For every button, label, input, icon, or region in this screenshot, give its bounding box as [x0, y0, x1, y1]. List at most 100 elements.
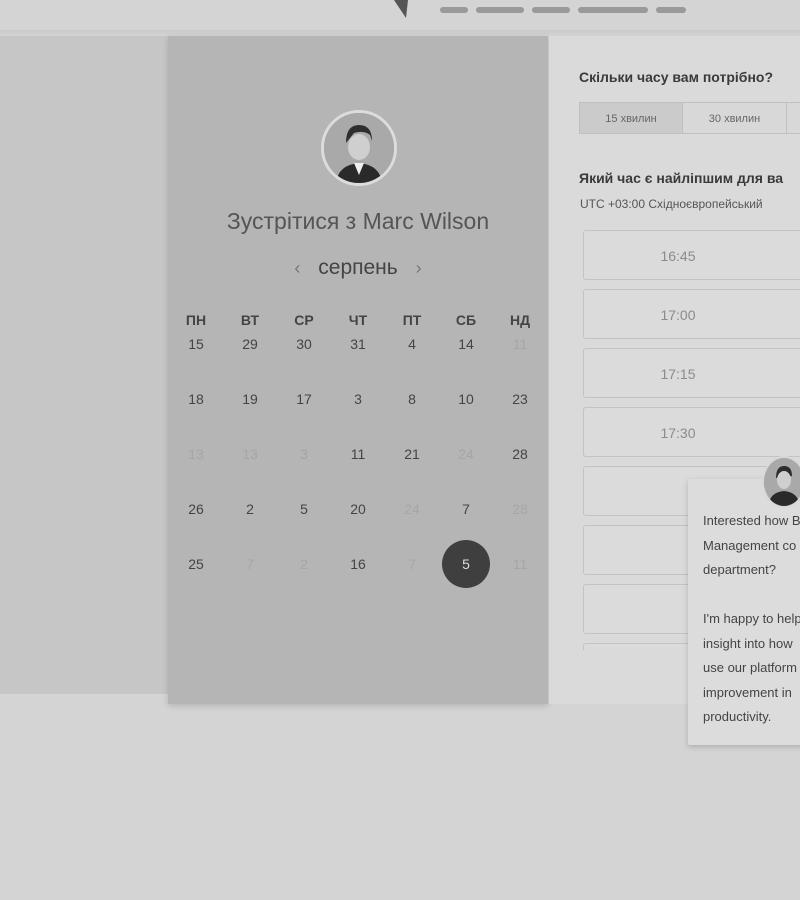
calendar-day-number: 19 [242, 391, 258, 407]
calendar-day-number: 5 [300, 501, 308, 517]
duration-tab-15[interactable]: 15 хвилин [579, 102, 683, 134]
calendar-day-number: 14 [458, 336, 474, 352]
calendar-day[interactable]: 20 [331, 499, 385, 554]
chevron-right-icon[interactable]: › [404, 258, 434, 278]
time-question: Який час є найліпшим для ва [579, 170, 784, 186]
calendar-day-number: 23 [512, 391, 528, 407]
calendar-day: 3 [277, 444, 331, 499]
calendar-day-number: 26 [188, 501, 204, 517]
duration-tabs: 15 хвилин 30 хвилин [579, 102, 800, 134]
calendar-day[interactable]: 25 [169, 554, 223, 609]
calendar-day-number: 13 [188, 446, 204, 462]
calendar-day-number: 30 [296, 336, 312, 352]
duration-tab-30[interactable]: 30 хвилин [683, 102, 787, 134]
weekday-label: СБ [455, 312, 477, 328]
calendar-day-number: 10 [458, 391, 474, 407]
calendar-day[interactable]: 19 [223, 389, 277, 444]
calendar-day[interactable]: 23 [493, 389, 547, 444]
time-slot-button[interactable]: 16:45 [583, 230, 800, 280]
calendar-day-number: 24 [458, 446, 474, 462]
calendar-day-number: 3 [300, 446, 308, 462]
meeting-title: Зустрітися з Marc Wilson [226, 208, 490, 234]
calendar-grid: ПН ВТ СР ЧТ ПТ СБ НД 15 29 30 31 4 14 11 18 19 17 3 8 10 23… [169, 312, 547, 609]
timezone-label[interactable]: UTC +03:00 Східноєвропейський [580, 197, 763, 211]
calendar-day-number: 7 [462, 501, 470, 517]
page-background-left [0, 36, 168, 694]
weekday-label: НД [509, 312, 531, 328]
calendar-day-number: 5 [442, 540, 490, 588]
calendar-day: 13 [223, 444, 277, 499]
calendar-day[interactable]: 5 [277, 499, 331, 554]
weekday-header: ПН ВТ СР ЧТ ПТ СБ НД [169, 312, 547, 328]
calendar-day[interactable]: 14 [439, 334, 493, 389]
calendar-day-number: 25 [188, 556, 204, 572]
calendar-day[interactable]: 28 [493, 444, 547, 499]
person-icon [764, 458, 800, 506]
calendar-day-number: 4 [408, 336, 416, 352]
time-slot-button[interactable]: 17:00 [583, 289, 800, 339]
month-label: серпень [318, 256, 398, 279]
calendar-day-number: 17 [296, 391, 312, 407]
weekday-label: СР [294, 312, 314, 328]
calendar-day-selected[interactable]: 5 [439, 540, 493, 609]
calendar-day-number: 20 [350, 501, 366, 517]
calendar-day[interactable]: 15 [169, 334, 223, 389]
weekday-label: ПН [185, 312, 207, 328]
calendar-day-number: 2 [300, 556, 308, 572]
calendar-day-number: 11 [350, 446, 366, 462]
calendar-day-number: 24 [404, 501, 420, 517]
calendar-day-number: 21 [404, 446, 420, 462]
calendar-day[interactable]: 18 [169, 389, 223, 444]
calendar-day-number: 28 [512, 501, 528, 517]
calendar-day[interactable]: 4 [385, 334, 439, 389]
month-navigation: ‹ серпень › [168, 256, 548, 280]
weekday-label: ЧТ [348, 312, 368, 328]
calendar-day: 11 [493, 334, 547, 389]
calendar-day[interactable]: 17 [277, 389, 331, 444]
calendar-week-row: 15 29 30 31 4 14 11 [169, 334, 547, 389]
chat-popup[interactable]: Interested how B Management co departmen… [688, 479, 800, 745]
calendar-day: 28 [493, 499, 547, 554]
calendar-day-number: 2 [246, 501, 254, 517]
calendar-day-number: 11 [512, 556, 528, 572]
calendar-day-number: 3 [354, 391, 362, 407]
calendar-day[interactable]: 2 [223, 499, 277, 554]
calendar-day[interactable]: 3 [331, 389, 385, 444]
calendar-day-number: 16 [350, 556, 366, 572]
calendar-day-number: 7 [246, 556, 254, 572]
calendar-week-row: 18 19 17 3 8 10 23 [169, 389, 547, 444]
duration-question: Скільки часу вам потрібно? [579, 69, 774, 85]
calendar-day-number: 13 [242, 446, 258, 462]
logo-icon [372, 0, 438, 18]
chat-avatar[interactable] [762, 456, 800, 508]
calendar-week-row: 25 7 2 16 7 5 11 [169, 540, 547, 609]
calendar-day[interactable]: 26 [169, 499, 223, 554]
host-avatar [321, 110, 397, 186]
chevron-left-icon[interactable]: ‹ [282, 258, 312, 278]
calendar-day-number: 7 [408, 556, 416, 572]
calendar-day-number: 29 [242, 336, 258, 352]
calendar-day[interactable]: 16 [331, 554, 385, 609]
calendar-day: 7 [385, 554, 439, 609]
chat-message: Interested how B Management co departmen… [703, 513, 800, 724]
calendar-day[interactable]: 10 [439, 389, 493, 444]
calendar-day-number: 18 [188, 391, 204, 407]
calendar-day[interactable]: 11 [331, 444, 385, 499]
calendar-day-number: 15 [188, 336, 204, 352]
duration-tab-more[interactable] [787, 102, 800, 134]
calendar-day[interactable]: 29 [223, 334, 277, 389]
calendar-week-row: 13 13 3 11 21 24 28 [169, 444, 547, 499]
calendar-day[interactable]: 21 [385, 444, 439, 499]
time-slot-button[interactable]: 17:30 [583, 407, 800, 457]
calendar-day: 11 [493, 554, 547, 609]
calendar-day[interactable]: 31 [331, 334, 385, 389]
calendar-day: 24 [385, 499, 439, 554]
weekday-label: ВТ [240, 312, 260, 328]
weekday-label: ПТ [402, 312, 422, 328]
time-slot-button[interactable]: 17:15 [583, 348, 800, 398]
calendar-day[interactable]: 30 [277, 334, 331, 389]
calendar-day[interactable]: 8 [385, 389, 439, 444]
calendar-day-number: 31 [350, 336, 366, 352]
person-icon [324, 113, 394, 183]
logo-wordmark [440, 0, 730, 13]
